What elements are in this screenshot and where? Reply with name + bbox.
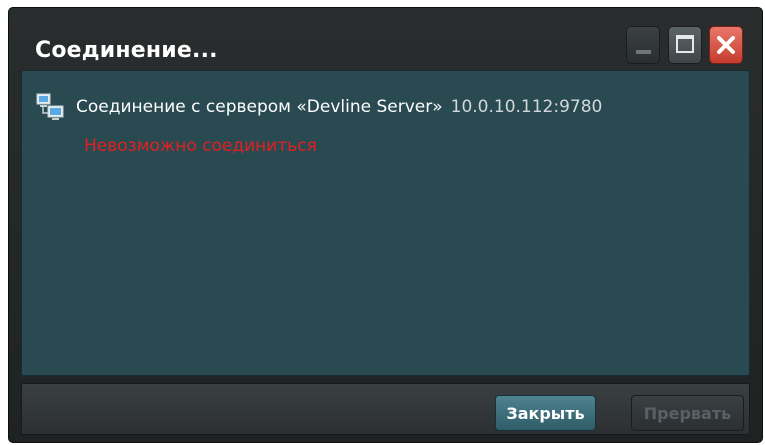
connection-status-row: Соединение с сервером «Devline Server» 1… (36, 93, 602, 121)
minimize-button[interactable] (626, 26, 660, 64)
close-button[interactable]: Закрыть (495, 395, 596, 431)
server-address: 10.0.10.112:9780 (450, 97, 603, 117)
connection-dialog: Соединение... Соединение с сервером «Dev… (8, 7, 763, 443)
abort-button[interactable]: Прервать (631, 395, 744, 431)
maximize-button[interactable] (668, 26, 702, 64)
close-icon (717, 36, 735, 54)
close-window-button[interactable] (709, 26, 743, 64)
connection-message: Соединение с сервером «Devline Server» (76, 97, 443, 117)
minimize-icon (636, 50, 651, 54)
connection-log-panel: Соединение с сервером «Devline Server» 1… (21, 70, 750, 376)
error-message: Невозможно соединиться (84, 136, 317, 156)
maximize-icon (676, 35, 694, 53)
dialog-footer: Закрыть Прервать (21, 383, 750, 435)
network-computers-icon (36, 93, 64, 120)
window-title: Соединение... (35, 38, 218, 63)
